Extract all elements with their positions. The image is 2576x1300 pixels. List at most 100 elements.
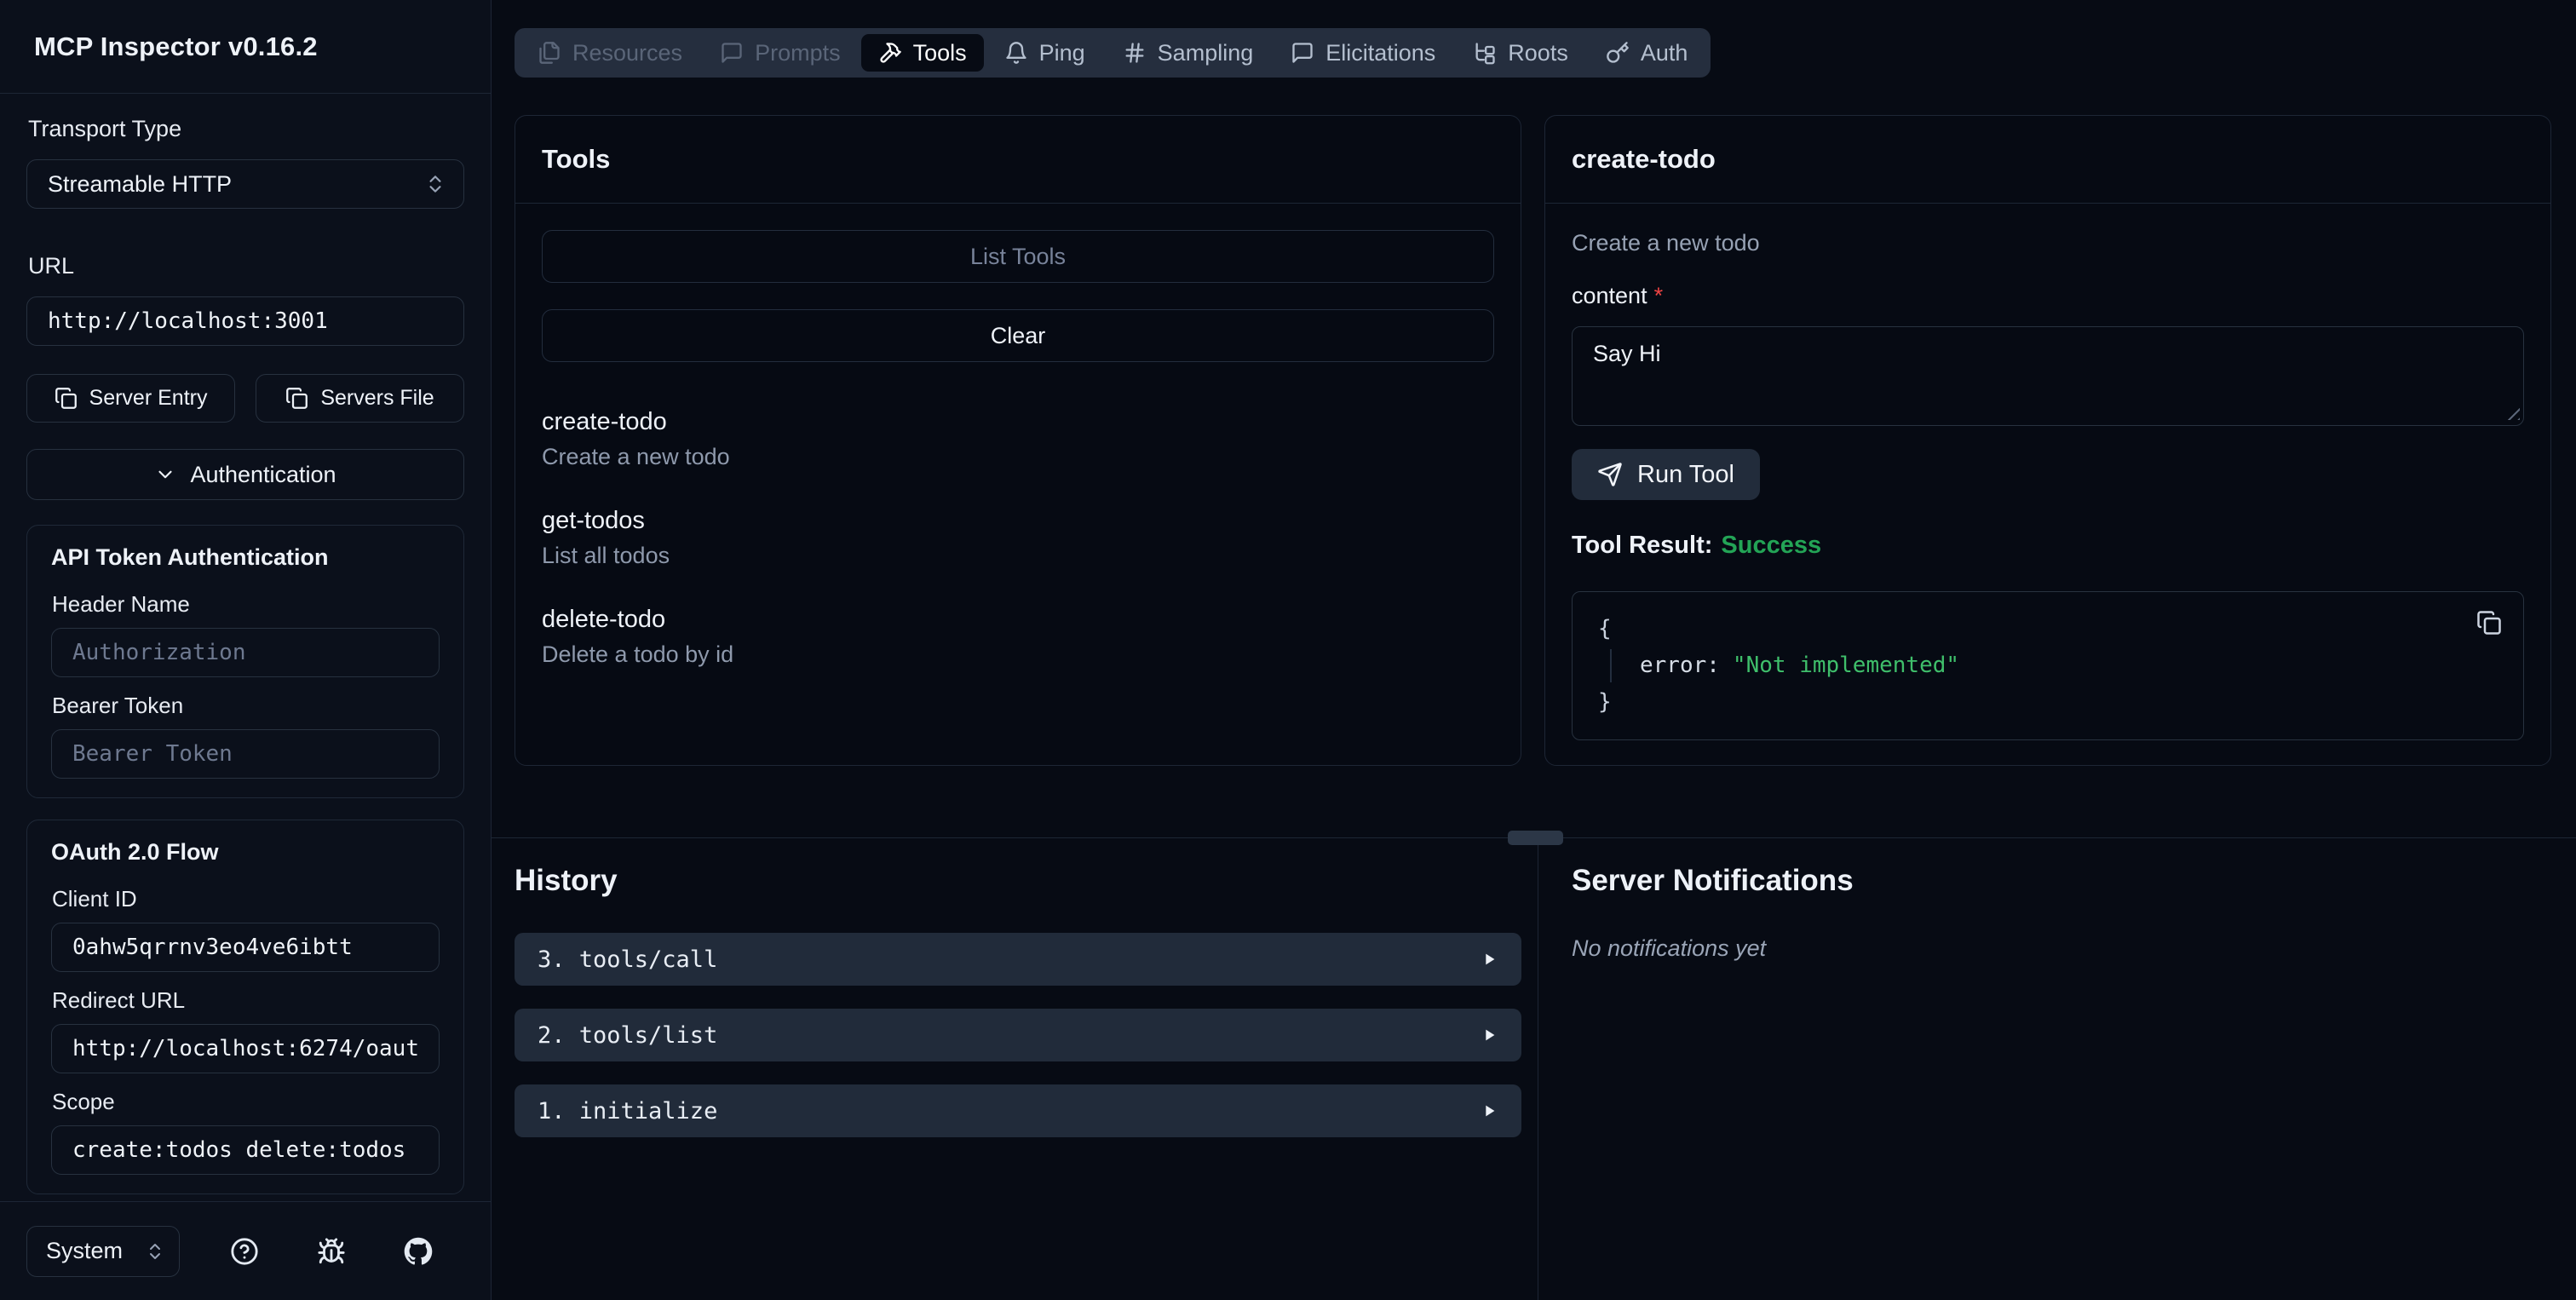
- bell-icon: [1005, 42, 1026, 64]
- chevrons-up-down-icon: [429, 175, 441, 193]
- chevron-down-icon: [158, 470, 173, 479]
- authentication-toggle[interactable]: Authentication: [26, 449, 464, 500]
- tool-result-json: { error: "Not implemented" }: [1572, 591, 2524, 740]
- expand-play-icon: [1480, 1026, 1498, 1044]
- tab-roots[interactable]: Roots: [1456, 34, 1585, 72]
- history-list: 3. tools/call 2. tools/list 1. initializ…: [515, 933, 1521, 1137]
- bearer-token-label: Bearer Token: [52, 693, 184, 718]
- json-open-brace: {: [1598, 616, 1612, 641]
- oauth-flow-title: OAuth 2.0 Flow: [51, 839, 219, 865]
- history-item-tools-call[interactable]: 3. tools/call: [515, 933, 1521, 986]
- content-field-label: content *: [1572, 283, 1664, 308]
- send-icon: [1598, 463, 1622, 486]
- bug-icon: [318, 1237, 345, 1263]
- history-title: History: [515, 864, 618, 897]
- app-root: MCP Inspector v0.16.2 Transport Type Str…: [0, 0, 2576, 1300]
- history-item-initialize[interactable]: 1. initialize: [515, 1084, 1521, 1137]
- tool-list: create-todo Create a new todo get-todos …: [542, 408, 1494, 668]
- app-title: MCP Inspector v0.16.2: [34, 31, 318, 61]
- hash-icon: [1125, 43, 1144, 63]
- tools-panel-title: Tools: [542, 144, 611, 174]
- theme-select-value: System: [46, 1238, 124, 1263]
- history-item-tools-list[interactable]: 2. tools/list: [515, 1009, 1521, 1061]
- server-notifications-panel: Server Notifications No notifications ye…: [1538, 838, 2576, 1300]
- message-square-icon: [722, 43, 742, 63]
- tab-resources[interactable]: Resources: [520, 34, 699, 72]
- client-id-label: Client ID: [52, 886, 137, 912]
- transport-type-label: Transport Type: [28, 116, 182, 141]
- tool-runner-header: create-todo: [1545, 116, 2550, 204]
- main-content: Resources Prompts Tools Ping Sampling El…: [492, 0, 2576, 1300]
- hammer-icon: [880, 43, 901, 63]
- scope-label: Scope: [52, 1089, 115, 1114]
- copy-icon: [286, 388, 308, 409]
- header-name-input[interactable]: [51, 628, 440, 677]
- tab-bar: Resources Prompts Tools Ping Sampling El…: [515, 28, 1711, 78]
- clear-button[interactable]: Clear: [542, 309, 1494, 362]
- copy-result-button[interactable]: [2474, 607, 2504, 638]
- list-item[interactable]: get-todos List all todos: [542, 507, 1494, 569]
- url-input[interactable]: [26, 296, 464, 346]
- tool-runner-description: Create a new todo: [1572, 230, 1760, 256]
- scope-input[interactable]: [51, 1125, 440, 1175]
- tab-ping[interactable]: Ping: [987, 34, 1102, 72]
- api-token-auth-title: API Token Authentication: [51, 544, 329, 570]
- history-panel: History 3. tools/call 2. tools/list 1. i…: [492, 838, 1538, 1300]
- tab-sampling[interactable]: Sampling: [1106, 34, 1271, 72]
- chevrons-up-down-icon: [150, 1243, 160, 1259]
- top-panels: Tools List Tools Clear create-todo Creat…: [515, 115, 2551, 766]
- header-name-label: Header Name: [52, 591, 190, 617]
- main-top: Resources Prompts Tools Ping Sampling El…: [492, 0, 2576, 837]
- redirect-url-input[interactable]: [51, 1024, 440, 1073]
- github-icon: [404, 1237, 433, 1265]
- tools-panel: Tools List Tools Clear create-todo Creat…: [515, 115, 1521, 766]
- expand-play-icon: [1480, 950, 1498, 969]
- tool-runner-panel: create-todo Create a new todo content * S…: [1544, 115, 2551, 766]
- list-item[interactable]: delete-todo Delete a todo by id: [542, 606, 1494, 668]
- key-icon: [1607, 42, 1629, 63]
- run-tool-button[interactable]: Run Tool: [1572, 449, 1760, 500]
- server-entry-button[interactable]: Server Entry: [26, 374, 235, 423]
- copy-icon: [2477, 611, 2501, 635]
- server-config-buttons: Server Entry Servers File: [26, 374, 464, 423]
- help-button[interactable]: [227, 1234, 262, 1268]
- indent-guide: [1610, 649, 1612, 682]
- tree-icon: [1475, 43, 1495, 65]
- url-label: URL: [28, 253, 75, 279]
- message-square-icon: [1292, 43, 1313, 63]
- tool-runner-title: create-todo: [1572, 144, 1716, 174]
- help-circle-icon: [231, 1237, 258, 1265]
- bearer-token-input[interactable]: [51, 729, 440, 779]
- redirect-url-label: Redirect URL: [52, 987, 186, 1013]
- expand-play-icon: [1480, 1102, 1498, 1120]
- bottom-panels: History 3. tools/call 2. tools/list 1. i…: [492, 831, 2576, 1300]
- client-id-input[interactable]: [51, 923, 440, 972]
- transport-type-select[interactable]: Streamable HTTP: [26, 159, 464, 209]
- list-item[interactable]: create-todo Create a new todo: [542, 408, 1494, 470]
- servers-file-button[interactable]: Servers File: [256, 374, 464, 423]
- tab-elicitations[interactable]: Elicitations: [1274, 34, 1452, 72]
- tab-tools[interactable]: Tools: [860, 34, 984, 72]
- content-textarea[interactable]: Say Hi: [1572, 326, 2524, 426]
- sidebar: MCP Inspector v0.16.2 Transport Type Str…: [0, 0, 492, 1300]
- sidebar-footer-icons: [227, 1234, 435, 1268]
- server-notifications-title: Server Notifications: [1572, 864, 1854, 897]
- report-bug-button[interactable]: [314, 1234, 348, 1268]
- sidebar-header: MCP Inspector v0.16.2: [0, 0, 491, 94]
- sidebar-footer: System: [0, 1201, 491, 1300]
- tool-result-line: Tool Result: Success: [1572, 532, 1822, 559]
- oauth-flow-card: OAuth 2.0 Flow Client ID Redirect URL Sc…: [26, 820, 464, 1194]
- theme-select[interactable]: System: [26, 1225, 180, 1277]
- files-icon: [539, 42, 560, 64]
- list-tools-button[interactable]: List Tools: [542, 230, 1494, 283]
- sidebar-body: Transport Type Streamable HTTP URL Serve…: [0, 94, 491, 1201]
- required-mark: *: [1653, 283, 1664, 308]
- tab-prompts[interactable]: Prompts: [703, 34, 858, 72]
- tools-panel-header: Tools: [515, 116, 1521, 204]
- tab-auth[interactable]: Auth: [1589, 34, 1705, 72]
- splitter-handle[interactable]: [1508, 831, 1563, 845]
- json-error-line: error: "Not implemented": [1598, 647, 2498, 684]
- github-button[interactable]: [401, 1234, 435, 1268]
- api-token-auth-card: API Token Authentication Header Name Bea…: [26, 525, 464, 798]
- no-notifications-message: No notifications yet: [1572, 935, 1767, 961]
